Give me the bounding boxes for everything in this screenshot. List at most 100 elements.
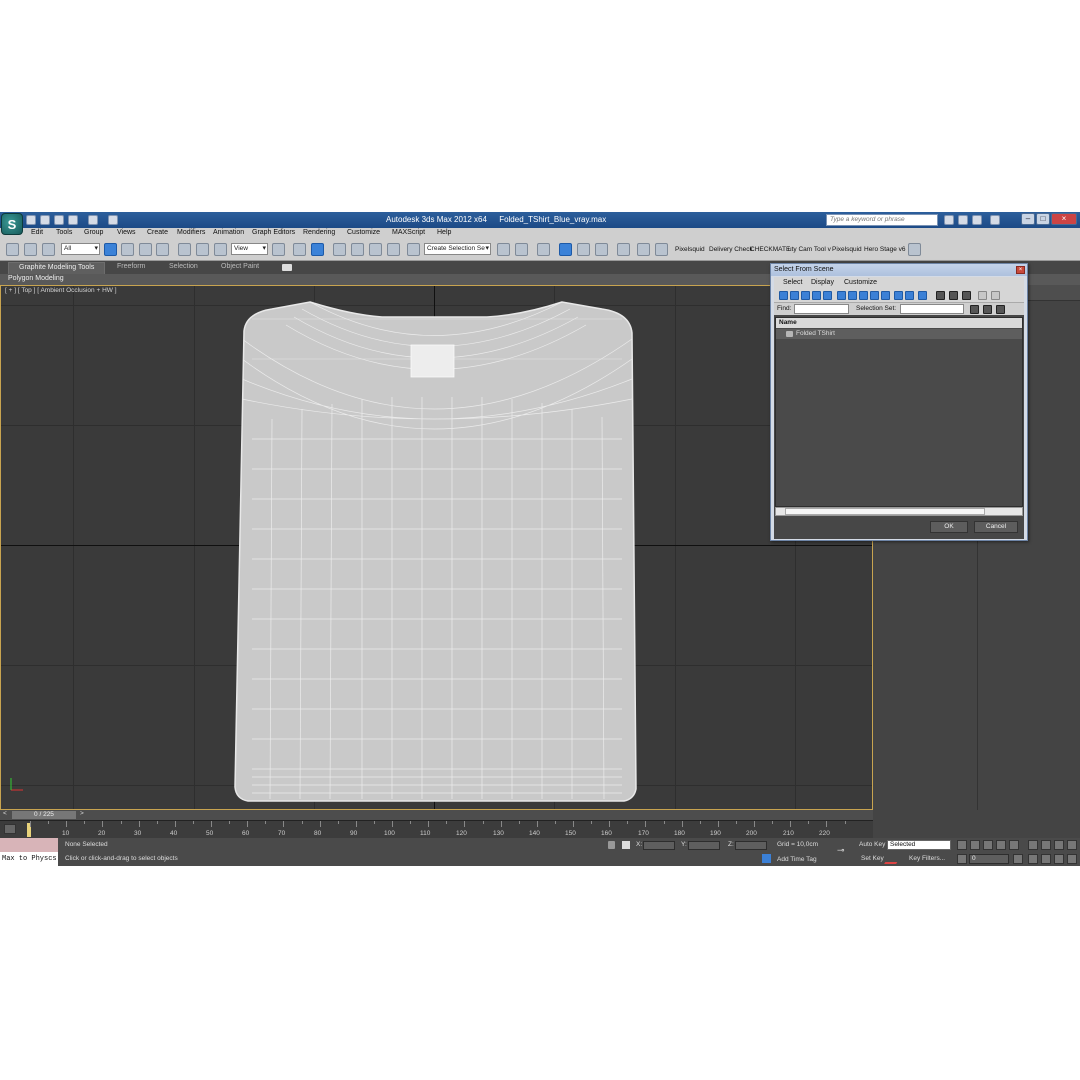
edit-named-selection-icon[interactable]: [407, 243, 420, 256]
time-configuration-icon[interactable]: [1013, 854, 1023, 864]
percent-snap-icon[interactable]: [369, 243, 382, 256]
zoom-extents-all-icon[interactable]: [1067, 840, 1077, 850]
pivot-center-icon[interactable]: [272, 243, 285, 256]
folded-tshirt-mesh[interactable]: [232, 299, 637, 802]
zoom-extents-icon[interactable]: [1054, 840, 1064, 850]
selection-set-dropdown[interactable]: [900, 304, 964, 314]
menu-rendering[interactable]: Rendering: [303, 229, 335, 236]
key-tangent-icon[interactable]: [884, 854, 902, 864]
horizontal-scrollbar[interactable]: [775, 507, 1023, 516]
menu-graph-editors[interactable]: Graph Editors: [252, 229, 295, 236]
dialog-close-button[interactable]: ×: [1016, 266, 1025, 274]
tab-freeform[interactable]: Freeform: [117, 263, 145, 270]
dialog-menu-display[interactable]: Display: [811, 279, 834, 286]
filter-options-icon[interactable]: [991, 291, 1000, 300]
filter-helpers-icon[interactable]: [823, 291, 832, 300]
set-key-button[interactable]: Set Key: [861, 855, 884, 862]
link-icon[interactable]: [6, 243, 19, 256]
graphite-toggle-icon[interactable]: [559, 243, 572, 256]
filter-lights-icon[interactable]: [801, 291, 810, 300]
menu-views[interactable]: Views: [117, 229, 136, 236]
filter-shapes-icon[interactable]: [790, 291, 799, 300]
window-crossing-icon[interactable]: [156, 243, 169, 256]
ok-button[interactable]: OK: [930, 521, 968, 533]
minimize-button[interactable]: –: [1021, 213, 1035, 225]
go-to-end-icon[interactable]: [1009, 840, 1019, 850]
tab-selection[interactable]: Selection: [169, 263, 198, 270]
filter-space-warps-icon[interactable]: [837, 291, 846, 300]
cancel-button[interactable]: Cancel: [974, 521, 1018, 533]
name-column-header[interactable]: Name: [776, 318, 1022, 328]
select-manipulate-icon[interactable]: [293, 243, 306, 256]
zoom-all-icon[interactable]: [1041, 840, 1051, 850]
selection-filter-dropdown[interactable]: All: [61, 243, 100, 255]
menu-animation[interactable]: Animation: [213, 229, 244, 236]
key-filters-button[interactable]: Key Filters...: [909, 855, 945, 862]
help-search-input[interactable]: Type a keyword or phrase: [826, 214, 938, 226]
open-file-icon[interactable]: [40, 215, 50, 225]
time-slider[interactable]: < 0 / 225 >: [0, 810, 873, 820]
plugin-pixelsquid-button[interactable]: Pixelsquid: [675, 246, 705, 253]
bind-space-warp-icon[interactable]: [42, 243, 55, 256]
plugin-delivery-check-button[interactable]: Delivery Check: [709, 246, 753, 253]
spinner-snap-icon[interactable]: [387, 243, 400, 256]
time-slider-prev-icon[interactable]: <: [3, 810, 7, 817]
undo-icon[interactable]: [68, 215, 78, 225]
add-time-tag-button[interactable]: Add Time Tag: [777, 856, 817, 863]
filter-containers-icon[interactable]: [881, 291, 890, 300]
selection-lock-icon[interactable]: [608, 841, 615, 849]
render-setup-icon[interactable]: [637, 243, 650, 256]
named-selection-dropdown[interactable]: Create Selection Se: [424, 243, 491, 255]
select-object-icon[interactable]: [104, 243, 117, 256]
scrollbar-thumb[interactable]: [785, 508, 985, 515]
teapot-render-icon[interactable]: [908, 243, 921, 256]
close-button[interactable]: ×: [1051, 213, 1077, 225]
set-key-icon[interactable]: ⊸: [837, 846, 853, 855]
filter-hidden-icon[interactable]: [905, 291, 914, 300]
angle-snap-icon[interactable]: [351, 243, 364, 256]
subscription-icon[interactable]: [958, 215, 968, 225]
find-input[interactable]: [794, 304, 849, 314]
zoom-icon[interactable]: [1028, 840, 1038, 850]
select-none-icon[interactable]: [949, 291, 958, 300]
schematic-view-icon[interactable]: [595, 243, 608, 256]
key-mode-dropdown[interactable]: Selected: [887, 840, 951, 850]
menu-modifiers[interactable]: Modifiers: [177, 229, 205, 236]
filter-cameras-icon[interactable]: [812, 291, 821, 300]
filter-bones-icon[interactable]: [870, 291, 879, 300]
filter-groups-icon[interactable]: [848, 291, 857, 300]
x-coord-field[interactable]: [643, 841, 675, 850]
select-invert-icon[interactable]: [962, 291, 971, 300]
auto-key-button[interactable]: Auto Key: [859, 841, 885, 848]
pan-view-icon[interactable]: [1041, 854, 1051, 864]
snaps-toggle-icon[interactable]: [333, 243, 346, 256]
maximize-button[interactable]: □: [1036, 213, 1050, 225]
frame-counter[interactable]: 0 / 225: [12, 811, 76, 819]
select-all-icon[interactable]: [936, 291, 945, 300]
new-file-icon[interactable]: [26, 215, 36, 225]
dialog-menu-customize[interactable]: Customize: [844, 279, 877, 286]
rectangular-selection-icon[interactable]: [139, 243, 152, 256]
app-logo-icon[interactable]: S: [1, 213, 23, 235]
go-to-start-icon[interactable]: [957, 840, 967, 850]
menu-edit[interactable]: Edit: [31, 229, 43, 236]
time-tag-icon[interactable]: [762, 854, 771, 863]
display-all-icon[interactable]: [918, 291, 927, 300]
maxscript-mini-listener[interactable]: Max to Physcs: [0, 852, 58, 866]
menu-customize[interactable]: Customize: [347, 229, 380, 236]
current-frame-field[interactable]: 0: [969, 854, 1009, 864]
filter-funnel-icon[interactable]: [978, 291, 987, 300]
render-frame-icon[interactable]: [655, 243, 668, 256]
absolute-mode-icon[interactable]: [622, 841, 630, 849]
reference-coordinate-dropdown[interactable]: View: [231, 243, 268, 255]
save-file-icon[interactable]: [54, 215, 64, 225]
find-case-icon[interactable]: [970, 305, 979, 314]
rotate-icon[interactable]: [196, 243, 209, 256]
mirror-icon[interactable]: [497, 243, 510, 256]
find-wildcard-icon[interactable]: [983, 305, 992, 314]
scale-icon[interactable]: [214, 243, 227, 256]
plugin-cam-tool-button[interactable]: uty Cam Tool v: [788, 246, 831, 253]
orbit-icon[interactable]: [1054, 854, 1064, 864]
maximize-viewport-icon[interactable]: [1067, 854, 1077, 864]
menu-group[interactable]: Group: [84, 229, 103, 236]
